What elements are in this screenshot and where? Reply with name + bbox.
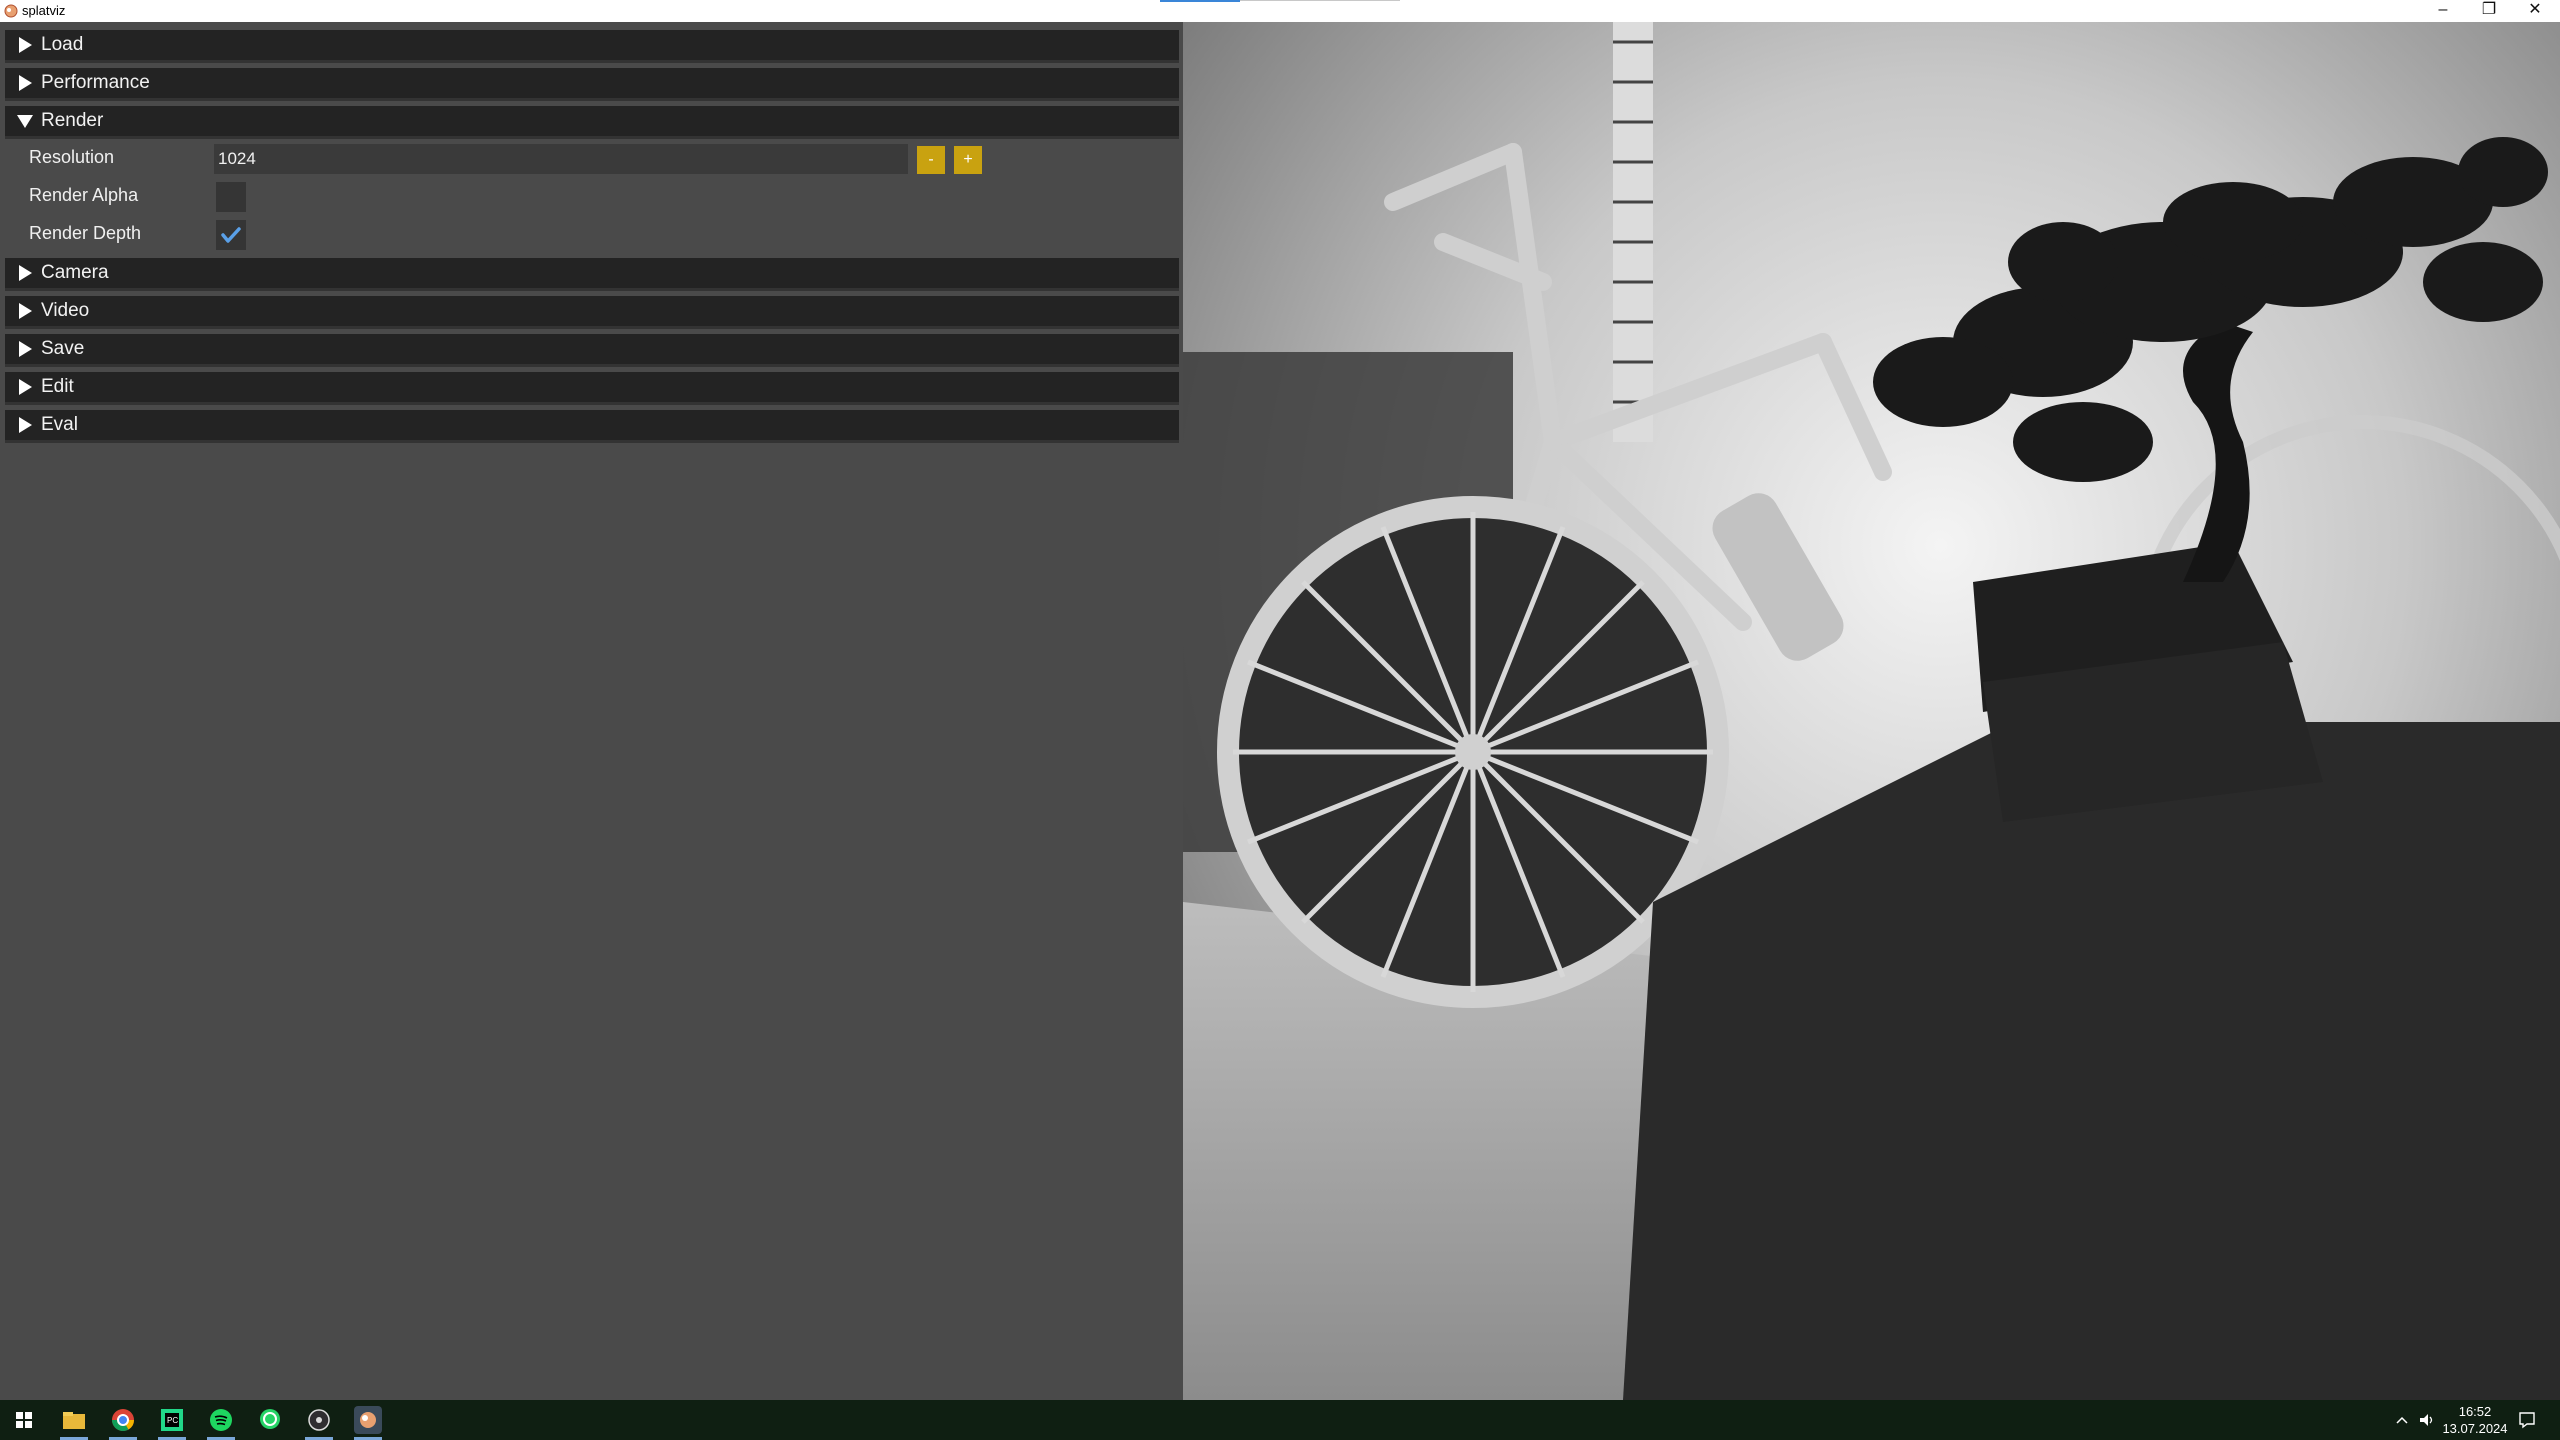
expand-arrow-icon [19, 75, 32, 91]
section-label: Eval [41, 414, 78, 435]
whatsapp-icon[interactable] [256, 1406, 284, 1434]
expand-arrow-icon [19, 37, 32, 53]
render-alpha-checkbox[interactable] [216, 182, 246, 212]
splatviz-taskbar-icon[interactable] [354, 1406, 382, 1434]
clock-date: 13.07.2024 [2442, 1421, 2508, 1436]
section-eval[interactable]: Eval [5, 410, 1179, 440]
section-label: Load [41, 34, 84, 55]
resolution-decrease-button[interactable]: - [917, 146, 945, 174]
expand-arrow-icon [19, 265, 32, 281]
section-label: Camera [41, 262, 109, 283]
file-explorer-icon[interactable] [60, 1406, 88, 1434]
windows-start-icon[interactable] [10, 1406, 38, 1434]
pycharm-icon[interactable]: PC [158, 1406, 186, 1434]
section-load[interactable]: Load [5, 30, 1179, 60]
section-edit[interactable]: Edit [5, 372, 1179, 402]
section-camera[interactable]: Camera [5, 258, 1179, 288]
section-video[interactable]: Video [5, 296, 1179, 326]
taskbar: PC 16:52 13.07.2024 [0, 1400, 2560, 1440]
title-bar: splatviz – ❐ ✕ [0, 0, 2560, 22]
settings-panel: Load Performance Render Resolution 1024 … [0, 22, 1183, 1400]
window-title: splatviz [22, 3, 66, 18]
render-depth-checkbox[interactable] [216, 220, 246, 250]
section-save[interactable]: Save [5, 334, 1179, 364]
title-divider-line [1240, 0, 1400, 1]
expand-arrow-icon [19, 303, 32, 319]
expand-arrow-icon [19, 341, 32, 357]
chevron-up-icon[interactable] [2394, 1412, 2410, 1428]
section-label: Edit [41, 376, 74, 397]
depth-render-image [1183, 22, 2560, 1400]
section-performance[interactable]: Performance [5, 68, 1179, 98]
render-depth-label: Render Depth [29, 223, 142, 243]
section-label: Performance [41, 72, 150, 93]
render-alpha-label: Render Alpha [29, 185, 139, 205]
clock[interactable]: 16:52 13.07.2024 [2430, 1403, 2520, 1437]
svg-text:PC: PC [167, 1416, 178, 1425]
app-icon [4, 4, 18, 18]
section-label: Video [41, 300, 90, 321]
resolution-increase-button[interactable]: + [954, 146, 982, 174]
section-render[interactable]: Render [5, 106, 1179, 136]
spotify-icon[interactable] [207, 1406, 235, 1434]
collapse-arrow-icon [17, 115, 33, 128]
expand-arrow-icon [19, 379, 32, 395]
resolution-input[interactable]: 1024 [214, 144, 908, 174]
section-label: Render [41, 110, 104, 131]
chrome-icon[interactable] [109, 1406, 137, 1434]
restore-button[interactable]: ❐ [2466, 0, 2512, 22]
checkmark-icon [221, 227, 241, 243]
expand-arrow-icon [19, 417, 32, 433]
resolution-label: Resolution [29, 147, 115, 167]
notification-icon[interactable] [2518, 1411, 2536, 1429]
clock-time: 16:52 [2458, 1404, 2492, 1419]
section-label: Save [41, 338, 85, 359]
minimize-button[interactable]: – [2420, 0, 2466, 22]
close-button[interactable]: ✕ [2512, 0, 2558, 22]
render-viewport[interactable] [1183, 22, 2560, 1400]
obs-icon[interactable] [305, 1406, 333, 1434]
title-accent-line [1160, 0, 1240, 2]
